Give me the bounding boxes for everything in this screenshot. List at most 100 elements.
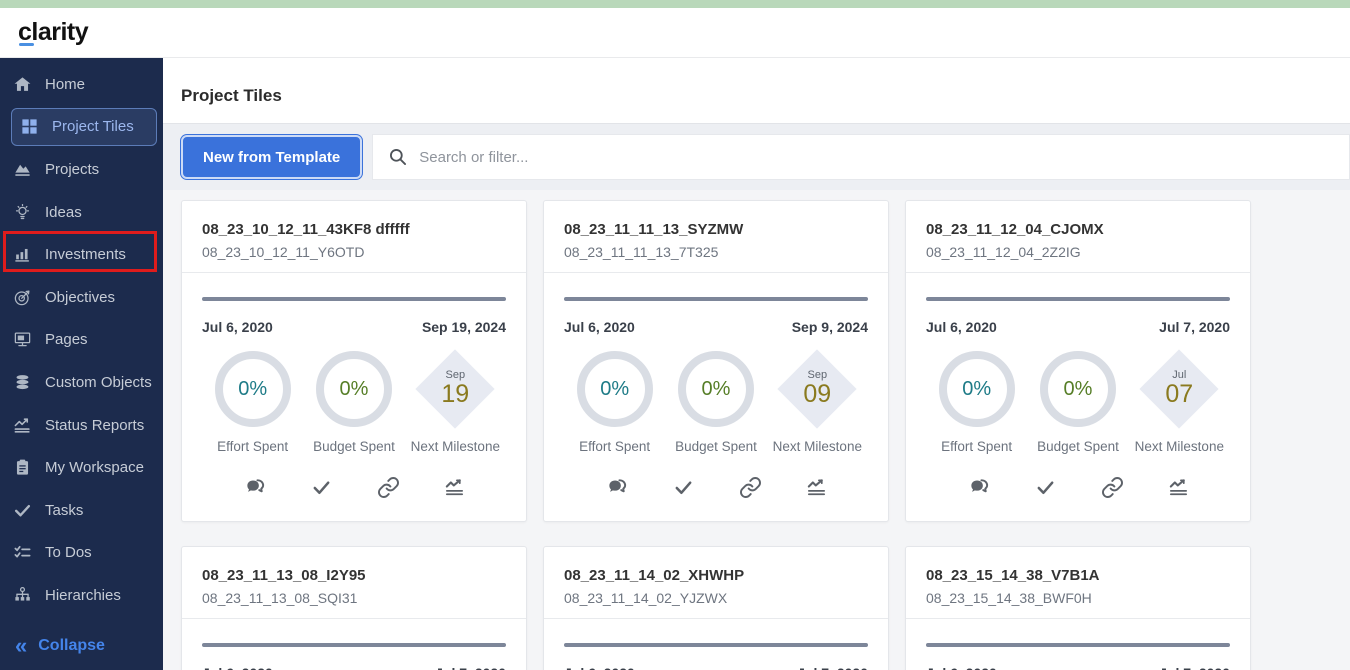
milestone-diamond: Sep 09 [777, 349, 857, 429]
search-input[interactable] [419, 135, 1349, 179]
tiles-content: 08_23_10_12_11_43KF8 dfffff 08_23_10_12_… [163, 190, 1350, 670]
sidebar-item-ideas[interactable]: Ideas [0, 191, 163, 234]
conversations-icon[interactable] [968, 476, 991, 499]
start-date: Jul 6, 2020 [202, 665, 273, 670]
links-icon[interactable] [377, 476, 400, 499]
budget-label: Budget Spent [675, 439, 757, 454]
budget-metric: 0% Budget Spent [303, 351, 404, 454]
budget-gauge: 0% [315, 351, 392, 427]
sidebar-item-hierarchies[interactable]: Hierarchies [0, 574, 163, 617]
end-date: Jul 7, 2020 [1159, 665, 1230, 670]
metrics-row: 0% Effort Spent 0% Budget Spent Sep 19 N… [202, 349, 506, 454]
checkmark-icon [14, 504, 31, 517]
card-body: Jul 6, 2020 Jul 7, 2020 0% Effort Spent … [906, 273, 1250, 513]
effort-metric: 0% Effort Spent [926, 351, 1027, 454]
card-body: Jul 6, 2020 Sep 19, 2024 0% Effort Spent… [182, 273, 526, 513]
sidebar-item-investments[interactable]: Investments [0, 233, 163, 276]
milestone-metric: Sep 09 Next Milestone [767, 349, 868, 454]
metrics-row: 0% Effort Spent 0% Budget Spent Jul 07 N… [926, 349, 1230, 454]
metrics-row: 0% Effort Spent 0% Budget Spent Sep 09 N… [564, 349, 868, 454]
search-box[interactable] [372, 134, 1350, 180]
end-date: Sep 19, 2024 [421, 319, 506, 335]
start-date: Jul 6, 2020 [564, 319, 635, 335]
end-date: Jul 7, 2020 [435, 665, 506, 670]
sidebar-item-pages[interactable]: Pages [0, 319, 163, 362]
new-from-template-button[interactable]: New from Template [181, 135, 363, 179]
tasks-check-icon[interactable] [672, 476, 695, 499]
tasks-check-icon[interactable] [1034, 476, 1057, 499]
milestone-label: Next Milestone [410, 439, 500, 454]
start-date: Jul 6, 2020 [564, 665, 635, 670]
conversations-icon[interactable] [244, 476, 267, 499]
schedule-progress-bar [564, 643, 868, 647]
date-range: Jul 6, 2020 Jul 7, 2020 [202, 665, 506, 670]
card-header: 08_23_11_14_02_XHWHP 08_23_11_14_02_YJZW… [544, 547, 888, 619]
links-icon[interactable] [739, 476, 762, 499]
project-tile-card[interactable]: 08_23_15_14_38_V7B1A 08_23_15_14_38_BWF0… [905, 546, 1251, 670]
milestone-diamond: Sep 19 [415, 349, 495, 429]
sidebar-item-status-reports[interactable]: Status Reports [0, 404, 163, 447]
sidebar-item-projects[interactable]: Projects [0, 148, 163, 191]
monitor-icon [14, 332, 31, 347]
effort-gauge: 0% [214, 351, 291, 427]
conversations-icon[interactable] [606, 476, 629, 499]
effort-label: Effort Spent [579, 439, 651, 454]
sidebar-item-to-dos[interactable]: To Dos [0, 532, 163, 575]
budget-gauge: 0% [1039, 351, 1116, 427]
start-date: Jul 6, 2020 [202, 319, 273, 335]
project-tile-card[interactable]: 08_23_11_11_13_SYZMW 08_23_11_11_13_7T32… [543, 200, 889, 522]
card-header: 08_23_10_12_11_43KF8 dfffff 08_23_10_12_… [182, 201, 526, 273]
budget-label: Budget Spent [1037, 439, 1119, 454]
sidebar-item-objectives[interactable]: Objectives [0, 276, 163, 319]
project-tile-card[interactable]: 08_23_11_13_08_I2Y95 08_23_11_13_08_SQI3… [181, 546, 527, 670]
project-tile-card[interactable]: 08_23_11_14_02_XHWHP 08_23_11_14_02_YJZW… [543, 546, 889, 670]
date-range: Jul 6, 2020 Jul 7, 2020 [564, 665, 868, 670]
tasks-check-icon[interactable] [310, 476, 333, 499]
project-id: 08_23_11_14_02_YJZWX [564, 590, 728, 606]
home-icon [14, 77, 31, 91]
sidebar-collapse-button[interactable]: « Collapse [0, 624, 105, 668]
project-title: 08_23_11_11_13_SYZMW [564, 221, 744, 238]
sidebar-item-custom-objects[interactable]: Custom Objects [0, 361, 163, 404]
end-date: Sep 9, 2024 [791, 319, 868, 335]
card-actions [202, 476, 506, 499]
sidebar-item-tasks[interactable]: Tasks [0, 489, 163, 532]
project-title: 08_23_10_12_11_43KF8 dfffff [202, 221, 410, 238]
toolbar: New from Template [163, 123, 1350, 190]
clipboard-icon [16, 459, 29, 475]
milestone-day: 09 [803, 380, 832, 408]
status-report-icon[interactable] [443, 476, 466, 499]
effort-metric: 0% Effort Spent [202, 351, 303, 454]
sidebar-item-home[interactable]: Home [0, 63, 163, 106]
project-id: 08_23_15_14_38_BWF0H [926, 590, 1092, 606]
project-tile-card[interactable]: 08_23_11_12_04_CJOMX 08_23_11_12_04_2Z2I… [905, 200, 1251, 522]
date-range: Jul 6, 2020 Sep 19, 2024 [202, 319, 506, 335]
trend-line-icon [14, 417, 30, 433]
date-range: Jul 6, 2020 Jul 7, 2020 [926, 319, 1230, 335]
page-title: Project Tiles [181, 86, 282, 105]
links-icon[interactable] [1101, 476, 1124, 499]
status-report-icon[interactable] [1167, 476, 1190, 499]
project-tile-card[interactable]: 08_23_10_12_11_43KF8 dfffff 08_23_10_12_… [181, 200, 527, 522]
project-title: 08_23_11_13_08_I2Y95 [202, 567, 366, 584]
milestone-day: 07 [1165, 380, 1194, 408]
start-date: Jul 6, 2020 [926, 319, 997, 335]
effort-gauge: 0% [938, 351, 1015, 427]
project-title: 08_23_15_14_38_V7B1A [926, 567, 1100, 584]
effort-gauge: 0% [576, 351, 653, 427]
milestone-metric: Jul 07 Next Milestone [1129, 349, 1230, 454]
chevrons-left-icon: « [15, 633, 28, 658]
clarity-logo: clarity [18, 18, 89, 46]
grid-icon [22, 119, 37, 134]
project-title: 08_23_11_12_04_CJOMX [926, 221, 1104, 238]
milestone-label: Next Milestone [1134, 439, 1224, 454]
start-date: Jul 6, 2020 [926, 665, 997, 670]
milestone-metric: Sep 19 Next Milestone [405, 349, 506, 454]
status-report-icon[interactable] [805, 476, 828, 499]
app-header: clarity [0, 8, 1350, 58]
card-header: 08_23_11_11_13_SYZMW 08_23_11_11_13_7T32… [544, 201, 888, 273]
sidebar-item-my-workspace[interactable]: My Workspace [0, 446, 163, 489]
budget-metric: 0% Budget Spent [665, 351, 766, 454]
sidebar-item-project-tiles[interactable]: Project Tiles [11, 107, 157, 146]
effort-metric: 0% Effort Spent [564, 351, 665, 454]
